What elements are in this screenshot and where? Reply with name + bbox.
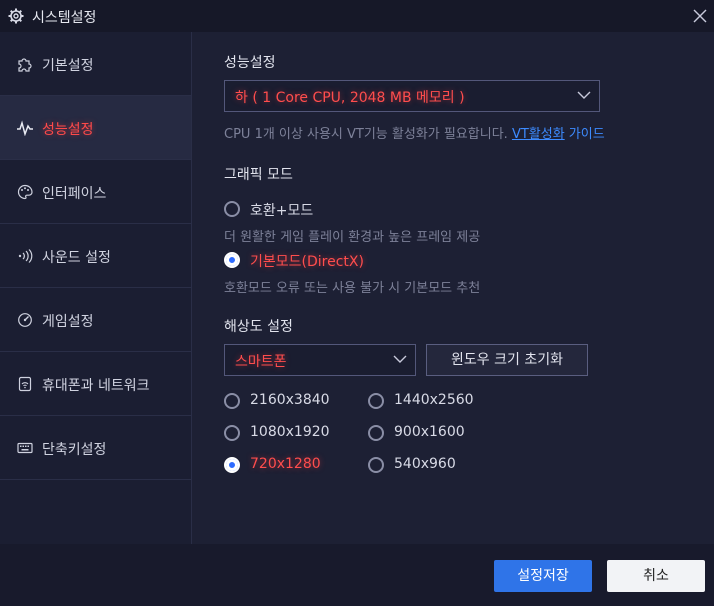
radio-label: 720x1280 [250,456,321,472]
radio-label: 호환+모드 [250,203,314,219]
vt-enable-link[interactable]: VT활성화 [512,127,565,142]
performance-select[interactable]: 하 ( 1 Core CPU, 2048 MB 메모리 ) [224,80,600,112]
device-selected-value: 스마트폰 [235,354,287,370]
puzzle-icon [18,58,32,72]
save-settings-button[interactable]: 설정저장 [494,560,592,592]
radio-button[interactable] [224,393,240,409]
sidebar-item-label: 휴대폰과 네트워크 [42,378,150,394]
sidebar-item-sound[interactable]: 사운드 설정 [0,224,191,288]
window-title: 시스템설정 [32,10,97,26]
gear-icon [8,8,24,24]
performance-title: 성능설정 [224,55,276,71]
sidebar-item-label: 게임설정 [42,314,94,330]
sidebar-item-performance[interactable]: 성능설정 [0,96,191,160]
footer: 설정저장 취소 [0,544,714,606]
sidebar-item-network[interactable]: 휴대폰과 네트워크 [0,352,191,416]
cancel-button[interactable]: 취소 [607,560,705,592]
radio-button-selected[interactable] [224,252,240,268]
device-select[interactable]: 스마트폰 [224,344,416,376]
keyboard-icon [17,442,33,454]
performance-hint: CPU 1개 이상 사용시 VT기능 활성화가 필요합니다. VT활성화 가이드 [224,123,605,142]
chevron-down-icon [393,355,407,363]
wifi-icon [18,376,32,392]
resolution-title: 해상도 설정 [224,319,293,335]
graphics-directx-desc: 호환모드 오류 또는 사용 불가 시 기본모드 추천 [224,281,481,296]
sidebar-item-label: 기본설정 [42,58,94,74]
sidebar-item-game[interactable]: 게임설정 [0,288,191,352]
radio-button-selected[interactable] [224,457,240,473]
gauge-icon [18,313,32,327]
radio-button[interactable] [368,425,384,441]
radio-button[interactable] [224,425,240,441]
reset-window-size-button[interactable]: 윈도우 크기 초기화 [426,344,588,376]
radio-label: 기본모드(DirectX) [250,254,364,270]
sidebar-item-interface[interactable]: 인터페이스 [0,160,191,224]
guide-link[interactable]: 가이드 [569,127,605,142]
close-icon[interactable] [690,6,710,26]
sound-icon [18,249,33,263]
sidebar-item-label: 성능설정 [42,122,94,138]
sidebar-item-label: 사운드 설정 [42,250,111,266]
title-bar: 시스템설정 [0,0,714,32]
graphics-title: 그래픽 모드 [224,167,293,183]
radio-label: 1080x1920 [250,424,330,440]
graphics-compat-desc: 더 원활한 게임 플레이 환경과 높은 프레임 제공 [224,230,481,245]
palette-icon [17,184,33,200]
radio-label: 1440x2560 [394,392,474,408]
sidebar-item-shortcuts[interactable]: 단축키설정 [0,416,191,480]
sidebar: 기본설정 성능설정 인터페이스 사운드 설정 게임설정 휴대폰과 네트워크 단축… [0,32,192,544]
sidebar-item-label: 단축키설정 [42,442,107,458]
radio-label: 2160x3840 [250,392,330,408]
radio-label: 540x960 [394,456,456,472]
chevron-down-icon [577,91,591,99]
sidebar-item-label: 인터페이스 [42,186,107,202]
radio-button[interactable] [368,393,384,409]
sidebar-item-basic[interactable]: 기본설정 [0,32,191,96]
performance-selected-value: 하 ( 1 Core CPU, 2048 MB 메모리 ) [235,90,465,106]
hint-text: CPU 1개 이상 사용시 VT기능 활성화가 필요합니다. [224,127,508,142]
radio-button[interactable] [368,457,384,473]
settings-panel: 성능설정 하 ( 1 Core CPU, 2048 MB 메모리 ) CPU 1… [192,32,714,544]
pulse-icon [17,120,33,136]
radio-button[interactable] [224,201,240,217]
radio-label: 900x1600 [394,424,465,440]
